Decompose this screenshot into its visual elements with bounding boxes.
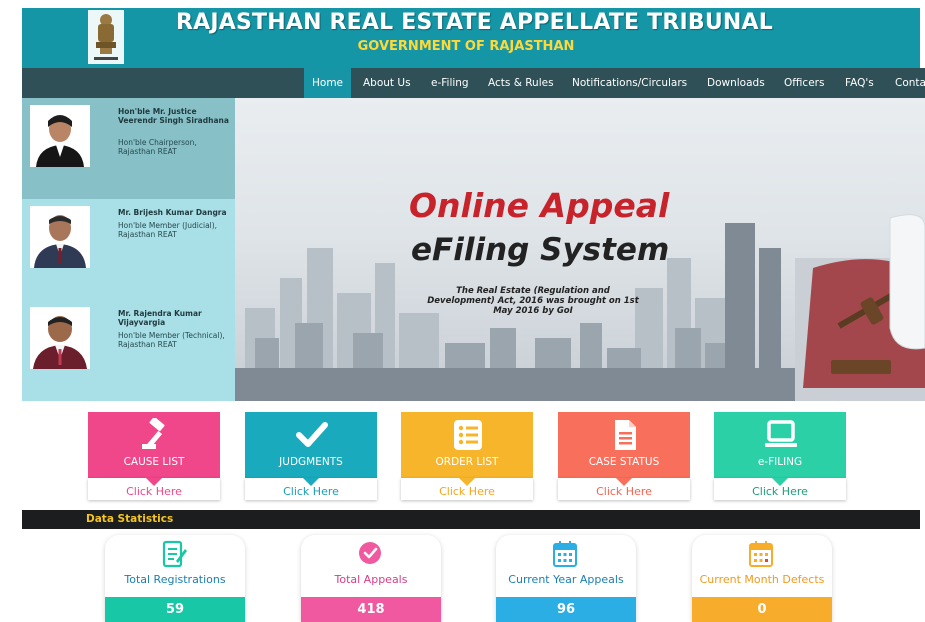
quick-link-panel[interactable]: CAUSE LIST [88, 412, 220, 478]
nav-downloads[interactable]: Downloads [699, 68, 773, 98]
quick-link-case-status[interactable]: CASE STATUS Click Here [558, 412, 690, 500]
nav-faqs[interactable]: FAQ's [837, 68, 882, 98]
member-card[interactable]: Mr. Brijesh Kumar Dangra Hon'ble Member … [22, 199, 235, 300]
member-name: Mr. Brijesh Kumar Dangra [118, 208, 227, 217]
click-here-link[interactable]: Click Here [401, 485, 533, 498]
registration-form-icon [162, 540, 187, 568]
quick-link-pointer [616, 478, 632, 486]
member-card[interactable]: Hon'ble Mr. Justice Veerendr Singh Sirad… [22, 98, 235, 199]
stat-label: Current Year Appeals [508, 573, 624, 586]
stat-value: 0 [692, 597, 832, 622]
quick-link-label: JUDGMENTS [279, 456, 343, 468]
list-icon [454, 420, 482, 450]
quick-link-panel[interactable]: CASE STATUS [558, 412, 690, 478]
quick-link-judgments[interactable]: JUDGMENTS Click Here [245, 412, 377, 500]
members-panel: Hon'ble Mr. Justice Veerendr Singh Sirad… [22, 98, 235, 401]
nav-contact[interactable]: Conta [887, 68, 925, 98]
hero-banner: Online Appeal eFiling System The Real Es… [235, 98, 925, 401]
member-photo [30, 307, 90, 369]
check-circle-icon [359, 542, 381, 564]
stat-card-total-appeals[interactable]: Total Appeals 418 [301, 535, 441, 622]
stats-header-bar: Data Statistics [22, 510, 920, 529]
quick-link-pointer [146, 478, 162, 486]
state-emblem-icon [88, 10, 124, 64]
stat-value: 59 [105, 597, 245, 622]
calendar-icon [553, 541, 577, 567]
calendar-alert-icon [749, 541, 773, 567]
stat-label: Total Appeals [334, 573, 408, 586]
stat-value: 96 [496, 597, 636, 622]
nav-home[interactable]: Home [304, 68, 352, 98]
quick-link-panel[interactable]: ORDER LIST [401, 412, 533, 478]
site-title: RAJASTHAN REAL ESTATE APPELLATE TRIBUNAL [176, 10, 773, 35]
click-here-link[interactable]: Click Here [88, 485, 220, 498]
click-here-link[interactable]: Click Here [714, 485, 846, 498]
member-role: Hon'ble Member (Technical), Rajasthan RE… [118, 331, 225, 349]
member-photo [30, 206, 90, 268]
document-icon [615, 420, 636, 450]
stat-label: Total Registrations [124, 573, 226, 586]
stat-value: 418 [301, 597, 441, 622]
nav-officers[interactable]: Officers [776, 68, 832, 98]
quick-link-panel[interactable]: e-FILING [714, 412, 846, 478]
member-name: Mr. Rajendra Kumar Vijayvargia [118, 309, 202, 327]
nav-acts-rules[interactable]: Acts & Rules [480, 68, 562, 98]
stat-card-current-month-defects[interactable]: Current Month Defects 0 [692, 535, 832, 622]
quick-link-order-list[interactable]: ORDER LIST Click Here [401, 412, 533, 500]
banner-subheading: eFiling System [411, 232, 670, 268]
nav-notifications[interactable]: Notifications/Circulars [564, 68, 695, 98]
quick-link-label: CAUSE LIST [123, 456, 185, 468]
gavel-icon [142, 418, 165, 449]
stats-title: Data Statistics [86, 513, 174, 525]
main-nav: Home About Us e-Filing Acts & Rules Noti… [22, 68, 925, 98]
laptop-icon [765, 420, 797, 447]
quick-link-label: e-FILING [757, 456, 803, 468]
quick-link-panel[interactable]: JUDGMENTS [245, 412, 377, 478]
stat-card-total-registrations[interactable]: Total Registrations 59 [105, 535, 245, 622]
quick-link-label: ORDER LIST [435, 456, 499, 468]
click-here-link[interactable]: Click Here [245, 485, 377, 498]
quick-link-label: CASE STATUS [588, 456, 660, 468]
site-header: RAJASTHAN REAL ESTATE APPELLATE TRIBUNAL… [22, 8, 920, 68]
stat-card-current-year-appeals[interactable]: Current Year Appeals 96 [496, 535, 636, 622]
member-role: Hon'ble Member (Judicial), Rajasthan REA… [118, 221, 218, 239]
nav-e-filing[interactable]: e-Filing [423, 68, 477, 98]
member-name: Hon'ble Mr. Justice Veerendr Singh Sirad… [118, 107, 229, 125]
checkmark-icon [296, 422, 328, 447]
quick-link-pointer [772, 478, 788, 486]
member-card[interactable]: Mr. Rajendra Kumar Vijayvargia Hon'ble M… [22, 300, 235, 401]
page: RAJASTHAN REAL ESTATE APPELLATE TRIBUNAL… [0, 0, 925, 622]
quick-link-e-filing[interactable]: e-FILING Click Here [714, 412, 846, 500]
quick-link-cause-list[interactable]: CAUSE LIST Click Here [88, 412, 220, 500]
quick-link-pointer [303, 478, 319, 486]
stat-label: Current Month Defects [699, 573, 825, 586]
banner-text: The Real Estate (Regulation and Developm… [427, 286, 639, 316]
quick-link-pointer [459, 478, 475, 486]
nav-about-us[interactable]: About Us [355, 68, 419, 98]
member-role: Hon'ble Chairperson, Rajasthan REAT [118, 138, 197, 156]
click-here-link[interactable]: Click Here [558, 485, 690, 498]
member-photo [30, 105, 90, 167]
banner-heading: Online Appeal [409, 186, 670, 225]
site-subtitle: GOVERNMENT OF RAJASTHAN [357, 39, 575, 54]
